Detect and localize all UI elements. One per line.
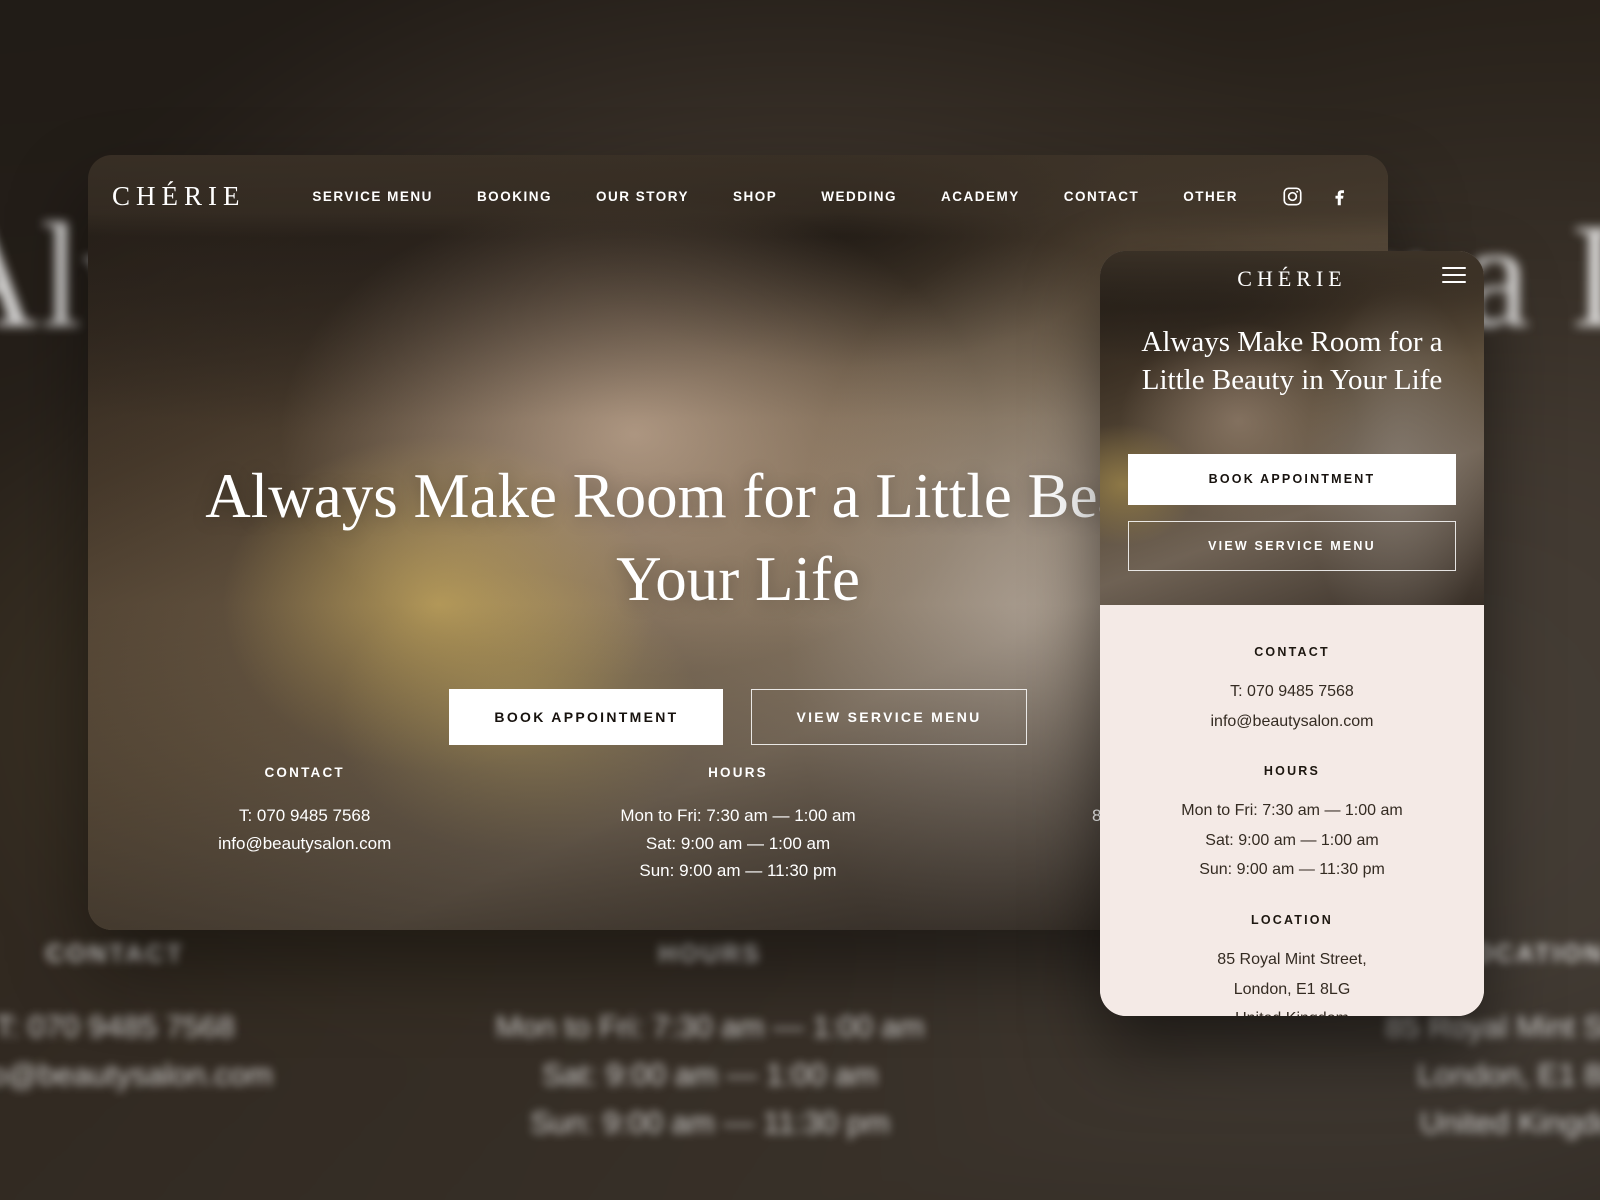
view-service-menu-button[interactable]: VIEW SERVICE MENU: [751, 689, 1027, 746]
mobile-hero-section: CHÉRIE Always Make Room for a Little Bea…: [1100, 251, 1484, 605]
mobile-cta-group: BOOK APPOINTMENT VIEW SERVICE MENU: [1100, 454, 1484, 571]
nav-item-our-story[interactable]: OUR STORY: [596, 181, 689, 212]
background-hours-sunday: Sun: 9:00 am — 11:30 pm: [530, 1105, 890, 1141]
nav-item-academy[interactable]: ACADEMY: [941, 181, 1020, 212]
contact-column: CONTACT T: 070 9485 7568 info@beautysalo…: [88, 765, 521, 884]
nav-item-wedding[interactable]: WEDDING: [821, 181, 897, 212]
mobile-location-heading: LOCATION: [1251, 912, 1333, 927]
background-contact-phone: T: 070 9485 7568: [0, 1009, 235, 1044]
primary-navigation: SERVICE MENU BOOKING OUR STORY SHOP WEDD…: [312, 181, 1282, 212]
mobile-hours-sunday: Sun: 9:00 am — 11:30 pm: [1199, 861, 1385, 879]
contact-heading: CONTACT: [264, 765, 345, 781]
background-contact-column: CONTACT T: 070 9485 7568 info@beautysalo…: [0, 940, 350, 1099]
mobile-hours-heading: HOURS: [1263, 764, 1321, 779]
hamburger-menu-icon[interactable]: [1442, 267, 1466, 283]
site-logo[interactable]: CHÉRIE: [104, 181, 312, 212]
nav-item-service-menu[interactable]: SERVICE MENU: [312, 181, 433, 212]
mobile-site-logo[interactable]: CHÉRIE: [1237, 266, 1346, 292]
desktop-navbar: CHÉRIE SERVICE MENU BOOKING OUR STORY SH…: [88, 155, 1388, 237]
background-hours-saturday: Sat: 9:00 am — 1:00 am: [541, 1057, 878, 1093]
mobile-location-block: LOCATION 85 Royal Mint Street, London, E…: [1120, 913, 1464, 1016]
mobile-footer-info: CONTACT T: 070 9485 7568 info@beautysalo…: [1100, 605, 1484, 1016]
nav-item-contact[interactable]: CONTACT: [1064, 181, 1140, 212]
mobile-hero-text: Always Make Room for a Little Beauty in …: [1100, 323, 1484, 400]
nav-item-other[interactable]: OTHER: [1183, 181, 1238, 212]
facebook-icon[interactable]: [1329, 186, 1350, 207]
hours-sunday: Sun: 9:00 am — 11:30 pm: [639, 860, 837, 880]
nav-item-shop[interactable]: SHOP: [733, 181, 777, 212]
hours-heading: HOURS: [708, 765, 768, 781]
mobile-view-service-menu-button[interactable]: VIEW SERVICE MENU: [1128, 520, 1456, 571]
mobile-hours-block: HOURS Mon to Fri: 7:30 am — 1:00 am Sat:…: [1120, 764, 1464, 885]
mobile-location-line2: London, E1 8LG: [1233, 980, 1351, 998]
hours-saturday: Sat: 9:00 am — 1:00 am: [645, 833, 831, 853]
hours-column: HOURS Mon to Fri: 7:30 am — 1:00 am Sat:…: [521, 765, 954, 884]
mobile-mockup-card: CHÉRIE Always Make Room for a Little Bea…: [1100, 251, 1484, 1016]
mobile-contact-heading: CONTACT: [1254, 645, 1330, 659]
background-contact-heading: CONTACT: [45, 940, 185, 968]
contact-phone[interactable]: T: 070 9485 7568: [88, 802, 521, 829]
background-hours-column: HOURS Mon to Fri: 7:30 am — 1:00 am Sat:…: [430, 940, 990, 1147]
mobile-book-appointment-button[interactable]: BOOK APPOINTMENT: [1128, 454, 1456, 505]
instagram-icon[interactable]: [1282, 186, 1303, 207]
background-location-line3: United Kingdom: [1419, 1105, 1600, 1141]
background-location-line2: London, E1 8LG: [1417, 1057, 1600, 1093]
mobile-location-line3: United Kingdom: [1120, 1004, 1464, 1016]
mobile-contact-block: CONTACT T: 070 9485 7568 info@beautysalo…: [1120, 645, 1464, 736]
background-hours-weekdays: Mon to Fri: 7:30 am — 1:00 am: [495, 1009, 925, 1044]
background-hours-heading: HOURS: [658, 940, 762, 968]
background-contact-email: info@beautysalon.com: [0, 1057, 273, 1093]
mobile-contact-phone[interactable]: T: 070 9485 7568: [1120, 677, 1464, 707]
hours-weekdays: Mon to Fri: 7:30 am — 1:00 am: [620, 806, 856, 826]
social-links: [1282, 186, 1350, 207]
contact-email[interactable]: info@beautysalon.com: [88, 830, 521, 857]
mobile-hero-title: Always Make Room for a Little Beauty in …: [1141, 326, 1443, 397]
mobile-navbar: CHÉRIE: [1100, 251, 1484, 307]
book-appointment-button[interactable]: BOOK APPOINTMENT: [449, 689, 724, 746]
nav-item-booking[interactable]: BOOKING: [477, 181, 552, 212]
mobile-hours-saturday: Sat: 9:00 am — 1:00 am: [1205, 831, 1379, 849]
mobile-contact-email[interactable]: info@beautysalon.com: [1120, 707, 1464, 737]
mobile-location-line1: 85 Royal Mint Street,: [1217, 950, 1367, 968]
mobile-hours-weekdays: Mon to Fri: 7:30 am — 1:00 am: [1181, 802, 1403, 820]
